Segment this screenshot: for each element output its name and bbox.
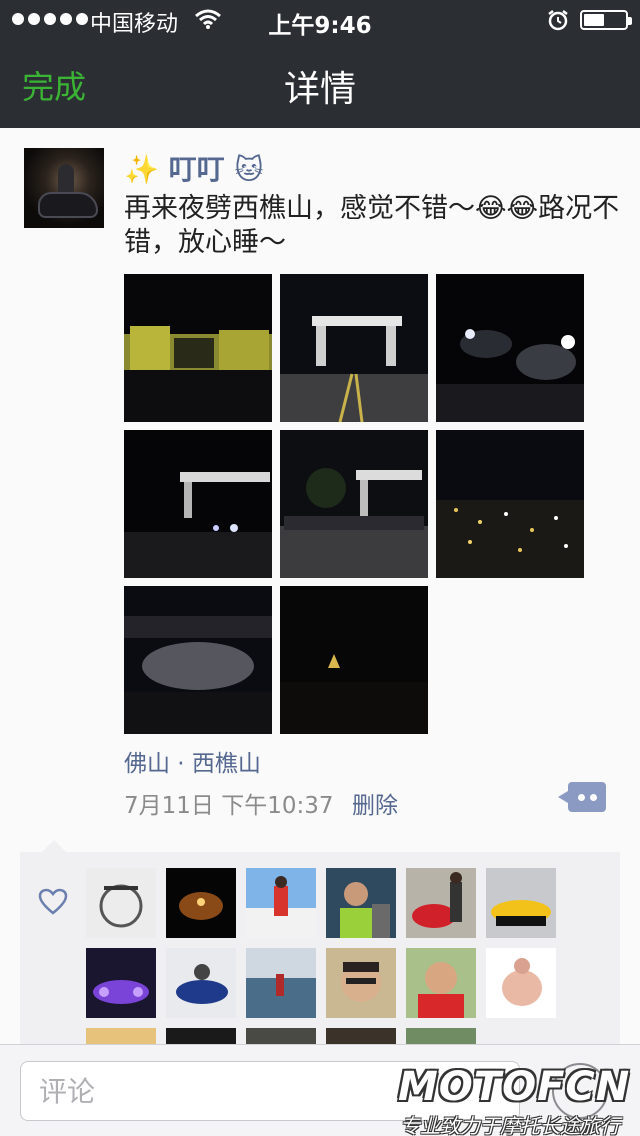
photo-thumbnail[interactable] xyxy=(436,430,584,578)
watermark-logo: MOTOFCN 专业致力于摩托长途旅行 xyxy=(398,1064,638,1136)
liker-avatar[interactable] xyxy=(246,868,316,938)
post-location[interactable]: 佛山 · 西樵山 xyxy=(124,744,261,778)
liker-avatar[interactable] xyxy=(326,948,396,1018)
photo-thumbnail[interactable] xyxy=(280,586,428,734)
photo-thumbnail[interactable] xyxy=(436,274,584,422)
liker-avatar[interactable] xyxy=(166,868,236,938)
photo-thumbnail[interactable] xyxy=(124,586,272,734)
status-bar: 中国移动 上午9:46 xyxy=(0,0,640,40)
post-timestamp: 7月11日 下午10:37 xyxy=(124,793,334,819)
watermark-brand: MOTOFCN xyxy=(398,1064,631,1110)
liker-avatar[interactable] xyxy=(246,948,316,1018)
heart-icon xyxy=(38,888,68,915)
poster-username[interactable]: ✨ 叮叮 🐱 xyxy=(124,148,264,188)
top-bar: 中国移动 上午9:46 完成 详情 xyxy=(0,0,640,128)
liker-avatar[interactable] xyxy=(86,948,156,1018)
delete-button[interactable]: 删除 xyxy=(352,786,398,820)
likes-panel xyxy=(20,840,620,1098)
photo-thumbnail[interactable] xyxy=(280,430,428,578)
liker-avatar[interactable] xyxy=(486,868,556,938)
liker-avatar[interactable] xyxy=(326,868,396,938)
poster-avatar[interactable] xyxy=(24,148,104,228)
alarm-icon xyxy=(548,10,568,31)
liker-avatar[interactable] xyxy=(486,948,556,1018)
post-text: 再来夜劈西樵山，感觉不错～😂😂路况不错，放心睡～ xyxy=(124,193,620,258)
watermark-slogan: 专业致力于摩托长途旅行 xyxy=(400,1114,620,1136)
liker-avatar[interactable] xyxy=(86,868,156,938)
liker-avatar[interactable] xyxy=(406,868,476,938)
photo-thumbnail[interactable] xyxy=(124,430,272,578)
liker-avatar[interactable] xyxy=(406,948,476,1018)
liker-avatar[interactable] xyxy=(166,948,236,1018)
clock: 上午9:46 xyxy=(268,13,372,39)
page-title: 详情 xyxy=(283,69,356,110)
photo-thumbnail[interactable] xyxy=(124,274,272,422)
photo-thumbnail[interactable] xyxy=(280,274,428,422)
battery-icon xyxy=(580,10,632,30)
comment-like-menu-button[interactable] xyxy=(558,782,606,812)
